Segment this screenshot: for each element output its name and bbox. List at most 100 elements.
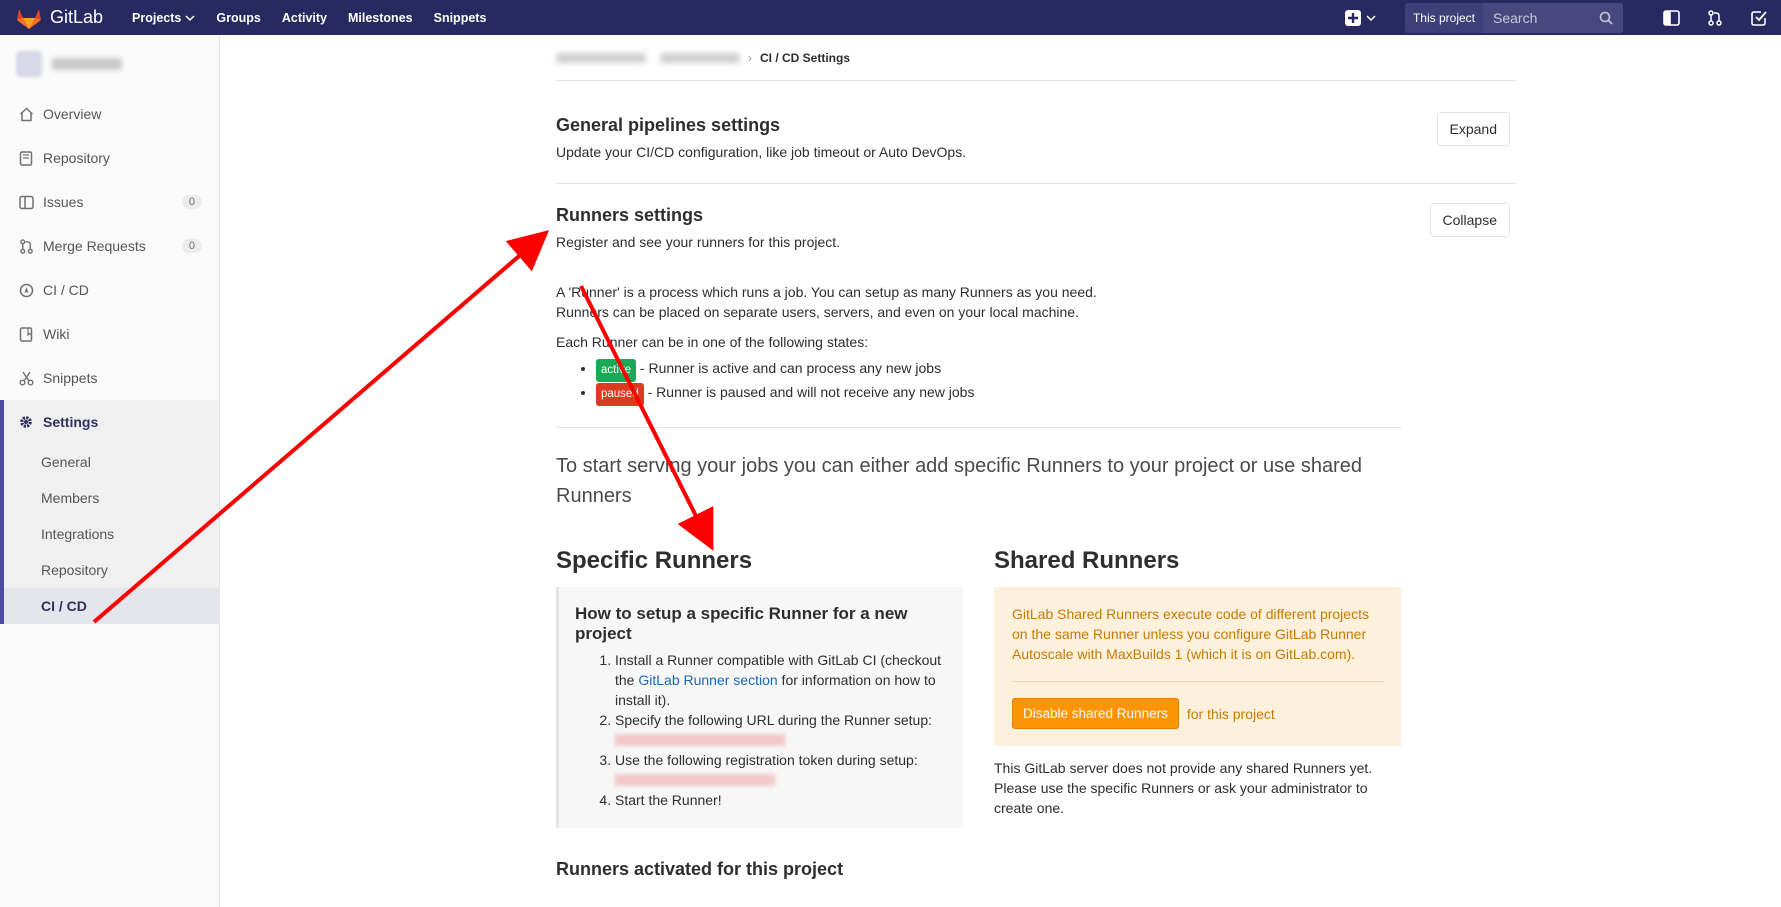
sidebar-item-settings[interactable]: Settings (4, 400, 219, 444)
sidebar-item-wiki[interactable]: Wiki (0, 312, 219, 356)
sidebar-item-issues[interactable]: Issues 0 (0, 180, 219, 224)
shared-runners-note: This GitLab server does not provide any … (994, 760, 1373, 816)
general-pipelines-title: General pipelines settings (556, 115, 781, 135)
new-dropdown-button[interactable] (1344, 9, 1377, 26)
sidebar-item-repository[interactable]: Repository (0, 136, 219, 180)
gitlab-tanuki-icon (17, 8, 41, 29)
sidebar-item-snippets[interactable]: Snippets (0, 356, 219, 400)
runners-section: Runners settings Register and see your r… (556, 184, 1516, 828)
project-sidebar: Overview Repository Issues 0 Merge Reque… (0, 35, 220, 907)
breadcrumb-chevron-icon: › (748, 50, 752, 65)
setup-title: How to setup a specific Runner for a new… (575, 604, 908, 643)
sidebar-item-label: Repository (43, 150, 110, 166)
shared-warning-text: GitLab Shared Runners execute code of di… (1012, 606, 1369, 662)
sidebar-item-merge-requests[interactable]: Merge Requests 0 (0, 224, 219, 268)
disable-shared-row: Disable shared Runners for this project (1012, 698, 1384, 729)
repository-icon (18, 150, 34, 166)
specific-runners-column: Specific Runners How to setup a specific… (556, 547, 963, 828)
sidebar-item-label: Wiki (43, 326, 70, 342)
project-header[interactable] (0, 35, 219, 92)
setup-step-1: Install a Runner compatible with GitLab … (615, 650, 947, 710)
settings-sub-repository[interactable]: Repository (4, 552, 219, 588)
step3-text: Use the following registration token dur… (615, 752, 918, 768)
chevron-down-icon (1366, 14, 1376, 21)
search-icon (1599, 11, 1613, 25)
general-pipelines-description: Update your CI/CD configuration, like jo… (556, 144, 967, 160)
setup-steps-list: Install a Runner compatible with GitLab … (575, 650, 947, 810)
search-input[interactable]: Search (1483, 2, 1623, 33)
rocket-icon (18, 282, 34, 298)
issues-icon (18, 194, 34, 210)
sidebar-settings-group: Settings General Members Integrations Re… (0, 400, 219, 624)
runners-start-text: To start serving your jobs you can eithe… (556, 455, 1362, 507)
runners-description: Register and see your runners for this p… (556, 234, 841, 250)
sidebar-item-label: Snippets (43, 370, 98, 386)
disable-shared-runners-button[interactable]: Disable shared Runners (1012, 698, 1179, 729)
sidebar-toggle-icon[interactable] (1662, 9, 1680, 27)
brand-name: GitLab (50, 7, 104, 27)
merge-requests-count-badge: 0 (181, 239, 202, 253)
settings-sub-members[interactable]: Members (4, 480, 219, 516)
merge-request-icon (18, 238, 34, 254)
sidebar-item-label: Merge Requests (43, 238, 146, 254)
nav-snippets[interactable]: Snippets (434, 11, 487, 25)
shared-runners-heading: Shared Runners (994, 547, 1180, 574)
sidebar-item-label: Settings (43, 414, 99, 430)
runner-url-redacted[interactable] (615, 734, 785, 746)
runners-intro-line1: A 'Runner' is a process which runs a job… (556, 284, 1097, 300)
search-scope-badge[interactable]: This project (1404, 2, 1483, 33)
search-form: This project Search (1404, 2, 1623, 33)
gitlab-logo[interactable]: GitLab (16, 6, 103, 30)
shared-runners-warning: GitLab Shared Runners execute code of di… (994, 587, 1401, 746)
general-pipelines-section: General pipelines settings Update your C… (556, 81, 1516, 184)
specific-runners-heading: Specific Runners (556, 547, 753, 574)
setup-instructions-well: How to setup a specific Runner for a new… (556, 587, 963, 828)
runners-divider (556, 427, 1401, 428)
project-name-redacted (52, 57, 122, 70)
collapse-button[interactable]: Collapse (1429, 203, 1510, 237)
registration-token-redacted[interactable] (615, 774, 775, 786)
issues-count-badge: 0 (181, 195, 202, 209)
gear-icon (18, 414, 34, 430)
settings-sub-ci-cd[interactable]: CI / CD (4, 588, 219, 624)
nav-activity[interactable]: Activity (282, 11, 327, 25)
active-badge: active (596, 359, 637, 382)
breadcrumb-current[interactable]: CI / CD Settings (760, 51, 850, 65)
settings-sub-integrations[interactable]: Integrations (4, 516, 219, 552)
gitlab-runner-section-link[interactable]: GitLab Runner section (638, 672, 777, 688)
breadcrumb-group-redacted[interactable] (556, 52, 646, 63)
nav-milestones[interactable]: Milestones (348, 11, 413, 25)
sidebar-item-label: Overview (43, 106, 102, 122)
top-navbar: GitLab Projects Groups Activity Mileston… (0, 0, 1781, 35)
setup-step-3: Use the following registration token dur… (615, 750, 947, 786)
runners-intro: A 'Runner' is a process which runs a job… (556, 282, 1401, 406)
breadcrumb: › CI / CD Settings (556, 35, 1516, 81)
setup-step-4: Start the Runner! (615, 790, 947, 810)
nav-groups[interactable]: Groups (216, 11, 260, 25)
warning-divider (1012, 681, 1384, 682)
runners-activated-heading: Runners activated for this project (556, 859, 844, 879)
state-paused-item: paused - Runner is paused and will not r… (596, 382, 1401, 406)
book-icon (18, 326, 34, 342)
sidebar-item-overview[interactable]: Overview (0, 92, 219, 136)
breadcrumb-project-redacted[interactable] (660, 52, 740, 63)
sidebar-item-label: Issues (43, 194, 84, 210)
sidebar-item-ci-cd[interactable]: CI / CD (0, 268, 219, 312)
home-icon (18, 106, 34, 122)
runners-states-intro: Each Runner can be in one of the followi… (556, 334, 869, 350)
plus-square-icon (1344, 9, 1361, 26)
disable-shared-suffix: for this project (1186, 705, 1275, 722)
project-avatar (16, 50, 42, 77)
paused-badge: paused (596, 383, 644, 406)
settings-sub-general[interactable]: General (4, 444, 219, 480)
todo-check-icon[interactable] (1750, 9, 1768, 27)
expand-button[interactable]: Expand (1436, 112, 1510, 146)
sidebar-item-label: CI / CD (43, 282, 89, 298)
merge-request-nav-icon[interactable] (1706, 9, 1724, 27)
chevron-down-icon (185, 14, 195, 21)
state-active-item: active - Runner is active and can proces… (596, 358, 1401, 382)
nav-projects[interactable]: Projects (132, 11, 195, 25)
shared-runners-column: Shared Runners GitLab Shared Runners exe… (994, 547, 1401, 828)
nav-projects-label: Projects (132, 10, 182, 25)
setup-step-2: Specify the following URL during the Run… (615, 710, 947, 746)
